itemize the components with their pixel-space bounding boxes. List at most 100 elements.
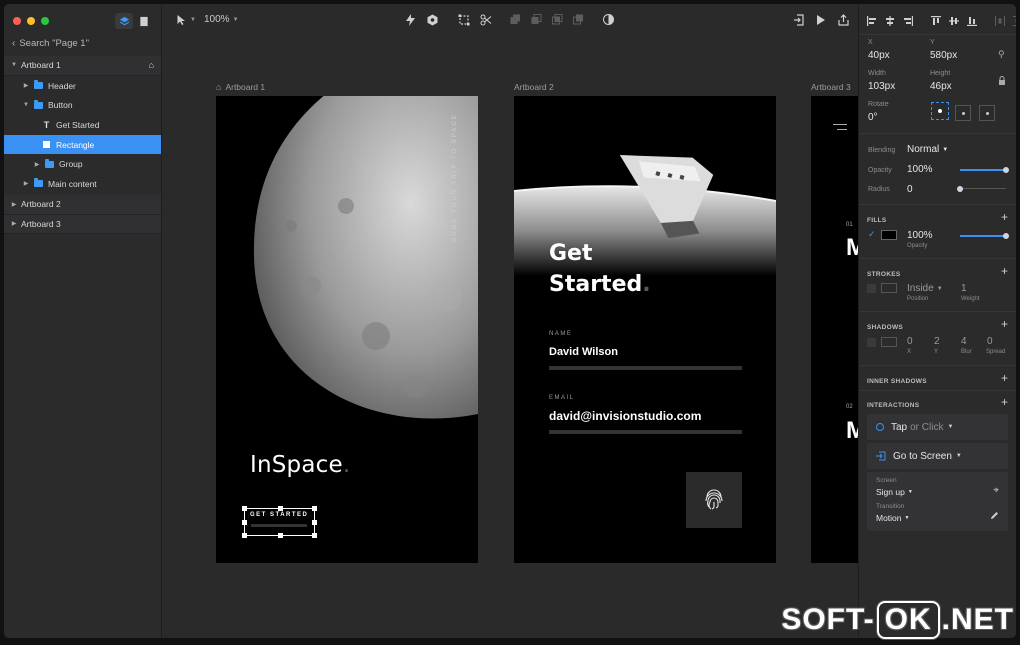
resize-handle[interactable] bbox=[242, 506, 247, 511]
boolean-exclude-button[interactable] bbox=[573, 14, 584, 25]
radius-slider-knob[interactable] bbox=[957, 185, 963, 192]
zoom-dropdown[interactable]: 100% ▼ bbox=[204, 14, 239, 25]
stroke-enabled-checkbox[interactable] bbox=[867, 284, 876, 293]
shadow-enabled-checkbox[interactable] bbox=[867, 338, 876, 347]
height-input[interactable]: 46px bbox=[930, 81, 952, 92]
layer-main-content[interactable]: ▶ Main content bbox=[4, 174, 161, 194]
shadow-color-swatch[interactable] bbox=[881, 337, 897, 347]
boolean-subtract-button[interactable] bbox=[531, 14, 542, 25]
opacity-input[interactable]: 100% bbox=[907, 164, 933, 175]
lock-icon[interactable] bbox=[998, 76, 1006, 88]
artboard-1[interactable]: BOOK YOUR TRIP TO SPACE InSpace. GET STA… bbox=[216, 96, 478, 563]
add-shadow-button[interactable]: + bbox=[1001, 317, 1008, 331]
scissors-button[interactable] bbox=[480, 14, 492, 26]
fill-color-swatch[interactable] bbox=[881, 230, 897, 240]
artboard-1-label[interactable]: ⌂ Artboard 1 bbox=[216, 82, 265, 92]
caret-right-icon[interactable]: ▶ bbox=[22, 180, 30, 187]
caret-right-icon[interactable]: ▶ bbox=[33, 161, 41, 168]
layer-artboard-3[interactable]: ▶ Artboard 3 bbox=[4, 214, 161, 235]
caret-right-icon[interactable]: ▶ bbox=[22, 82, 30, 89]
pin-icon[interactable]: ⚲ bbox=[998, 49, 1005, 60]
resize-handle[interactable] bbox=[312, 520, 317, 525]
add-interaction-button[interactable]: + bbox=[1001, 395, 1008, 409]
layer-rectangle[interactable]: Rectangle bbox=[4, 134, 161, 155]
align-right-icon[interactable] bbox=[903, 16, 913, 28]
back-to-search[interactable]: ‹ Search "Page 1" bbox=[12, 38, 89, 49]
share-button[interactable] bbox=[838, 14, 849, 26]
email-value[interactable]: david@invisionstudio.com bbox=[549, 409, 701, 423]
resize-handle[interactable] bbox=[278, 533, 283, 538]
resize-handle[interactable] bbox=[312, 506, 317, 511]
mask-button[interactable] bbox=[603, 14, 614, 25]
add-fill-button[interactable]: + bbox=[1001, 210, 1008, 224]
shadow-x-input[interactable]: 0 bbox=[907, 336, 913, 347]
selection-box[interactable]: GET STARTED bbox=[242, 506, 317, 538]
flash-button[interactable] bbox=[406, 14, 415, 26]
radius-input[interactable]: 0 bbox=[907, 184, 913, 195]
flip-horizontal-button[interactable] bbox=[955, 105, 971, 121]
maximize-window-button[interactable] bbox=[41, 17, 49, 25]
resize-handle[interactable] bbox=[312, 533, 317, 538]
action-card[interactable]: Go to Screen ▼ bbox=[867, 443, 1008, 469]
minimize-window-button[interactable] bbox=[27, 17, 35, 25]
stroke-weight-input[interactable]: 1 bbox=[961, 283, 967, 294]
width-input[interactable]: 103px bbox=[868, 81, 895, 92]
x-input[interactable]: 40px bbox=[868, 50, 890, 61]
y-input[interactable]: 580px bbox=[930, 50, 957, 61]
name-value[interactable]: David Wilson bbox=[549, 346, 618, 358]
stroke-position-dropdown[interactable]: Inside ▼ bbox=[907, 283, 943, 294]
opacity-slider-knob[interactable] bbox=[1003, 167, 1009, 173]
artboard-2-label[interactable]: Artboard 2 bbox=[514, 82, 554, 92]
caret-down-icon[interactable]: ▼ bbox=[10, 62, 18, 68]
align-left-icon[interactable] bbox=[867, 16, 877, 28]
assets-tab[interactable] bbox=[135, 13, 153, 29]
fingerprint-button[interactable] bbox=[686, 472, 742, 528]
layer-button[interactable]: ▼ Button bbox=[4, 95, 161, 115]
add-stroke-button[interactable]: + bbox=[1001, 264, 1008, 278]
layer-artboard-2[interactable]: ▶ Artboard 2 bbox=[4, 194, 161, 215]
shadow-spread-input[interactable]: 0 bbox=[987, 336, 993, 347]
distribute-h-icon[interactable] bbox=[995, 16, 1005, 28]
align-middle-icon[interactable] bbox=[949, 16, 959, 28]
screen-dropdown[interactable]: Sign up ▼ bbox=[876, 487, 913, 497]
caret-down-icon[interactable]: ▼ bbox=[22, 102, 30, 108]
align-top-icon[interactable] bbox=[931, 16, 941, 28]
layers-tab[interactable] bbox=[115, 13, 133, 29]
fill-opacity-input[interactable]: 100% bbox=[907, 230, 933, 241]
blending-dropdown[interactable]: Normal ▼ bbox=[907, 144, 948, 155]
rotate-input[interactable]: 0° bbox=[868, 112, 878, 123]
distribute-v-icon[interactable] bbox=[1013, 16, 1016, 28]
close-window-button[interactable] bbox=[13, 17, 21, 25]
layer-group[interactable]: ▶ Group bbox=[4, 154, 161, 174]
export-button[interactable] bbox=[793, 14, 805, 26]
align-bottom-icon[interactable] bbox=[967, 16, 977, 28]
boolean-union-button[interactable] bbox=[510, 14, 521, 25]
add-inner-shadow-button[interactable]: + bbox=[1001, 371, 1008, 385]
preview-button[interactable] bbox=[816, 14, 826, 26]
transition-dropdown[interactable]: Motion ▼ bbox=[876, 513, 909, 523]
rotation-origin-control[interactable] bbox=[931, 102, 949, 120]
component-button[interactable] bbox=[427, 14, 438, 26]
resize-handle[interactable] bbox=[278, 506, 283, 511]
artboard-3[interactable]: 01 M 02 M bbox=[811, 96, 858, 563]
flip-vertical-button[interactable] bbox=[979, 105, 995, 121]
shadow-blur-input[interactable]: 4 bbox=[961, 336, 967, 347]
caret-right-icon[interactable]: ▶ bbox=[10, 201, 18, 208]
stroke-color-swatch[interactable] bbox=[881, 283, 897, 293]
frame-button[interactable] bbox=[458, 14, 470, 26]
fill-opacity-slider-knob[interactable] bbox=[1003, 233, 1009, 239]
radius-slider[interactable] bbox=[957, 185, 1006, 192]
resize-handle[interactable] bbox=[242, 533, 247, 538]
caret-right-icon[interactable]: ▶ bbox=[10, 220, 18, 227]
artboard-2[interactable]: Get Started. NAME David Wilson EMAIL dav… bbox=[514, 96, 776, 563]
select-tool[interactable]: ▼ bbox=[176, 14, 196, 26]
resize-handle[interactable] bbox=[242, 520, 247, 525]
trigger-card[interactable]: Tap or Click ▼ bbox=[867, 414, 1008, 440]
opacity-slider[interactable] bbox=[960, 167, 1009, 173]
fill-enabled-checkbox[interactable]: ✓ bbox=[868, 229, 876, 240]
fill-opacity-slider[interactable] bbox=[960, 233, 1009, 239]
design-canvas[interactable]: ▼ 100% ▼ ⌂ Artboard 1 Artboard 2 Artboar… bbox=[162, 4, 858, 638]
boolean-intersect-button[interactable] bbox=[552, 14, 563, 25]
artboard-3-label[interactable]: Artboard 3 bbox=[811, 82, 851, 92]
pencil-icon[interactable] bbox=[990, 511, 999, 522]
